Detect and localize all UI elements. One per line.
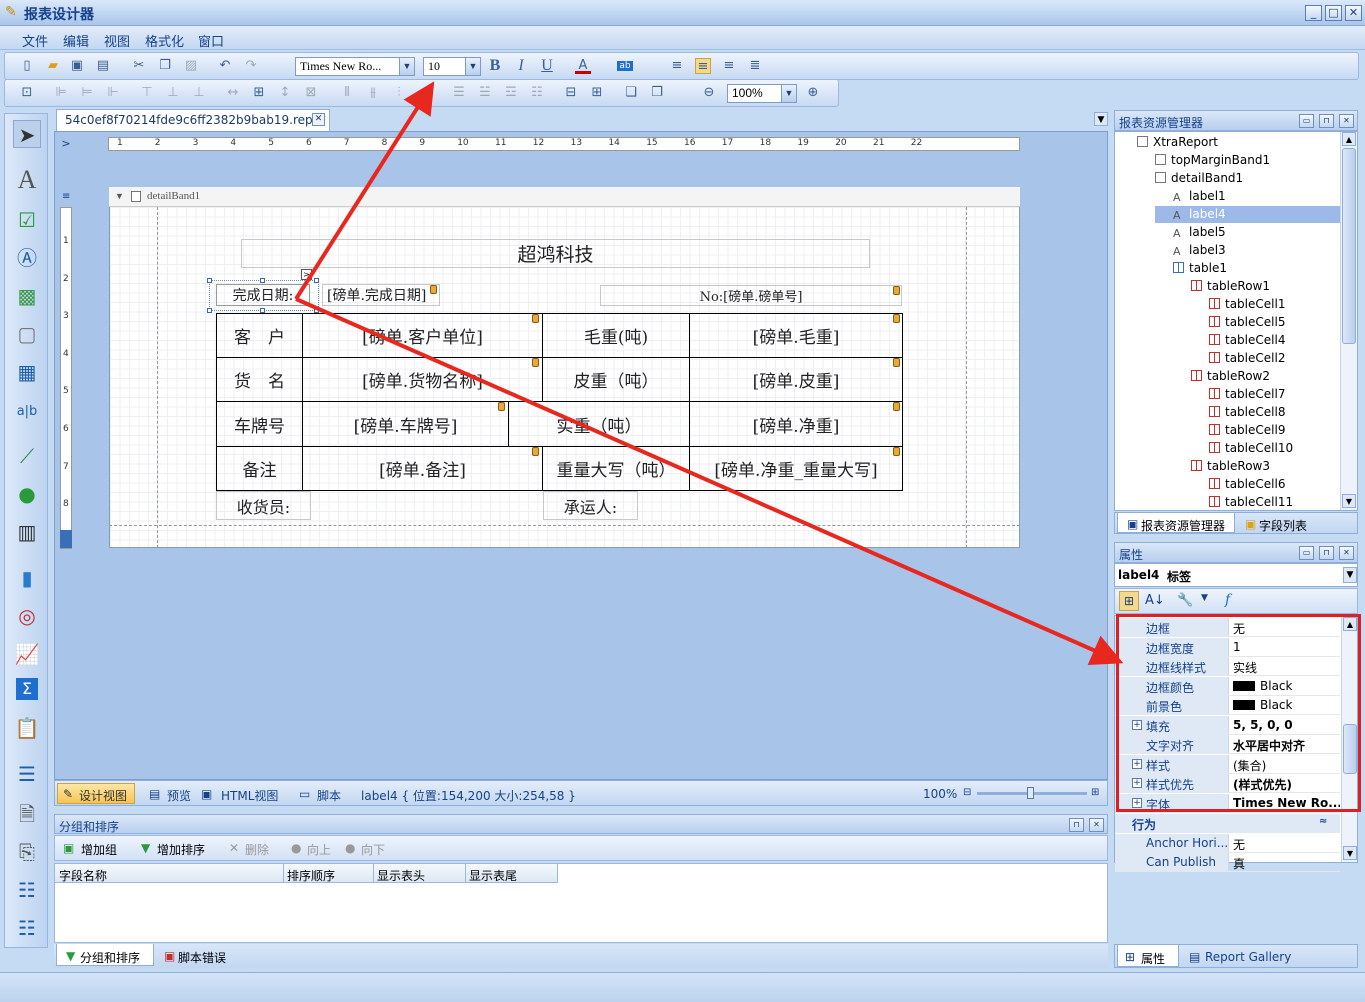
arrow-to-properties — [295, 297, 1124, 665]
arrow-to-font-size — [294, 81, 435, 301]
annotation-arrows — [294, 81, 1124, 665]
app-status-bar — [0, 972, 1365, 1002]
